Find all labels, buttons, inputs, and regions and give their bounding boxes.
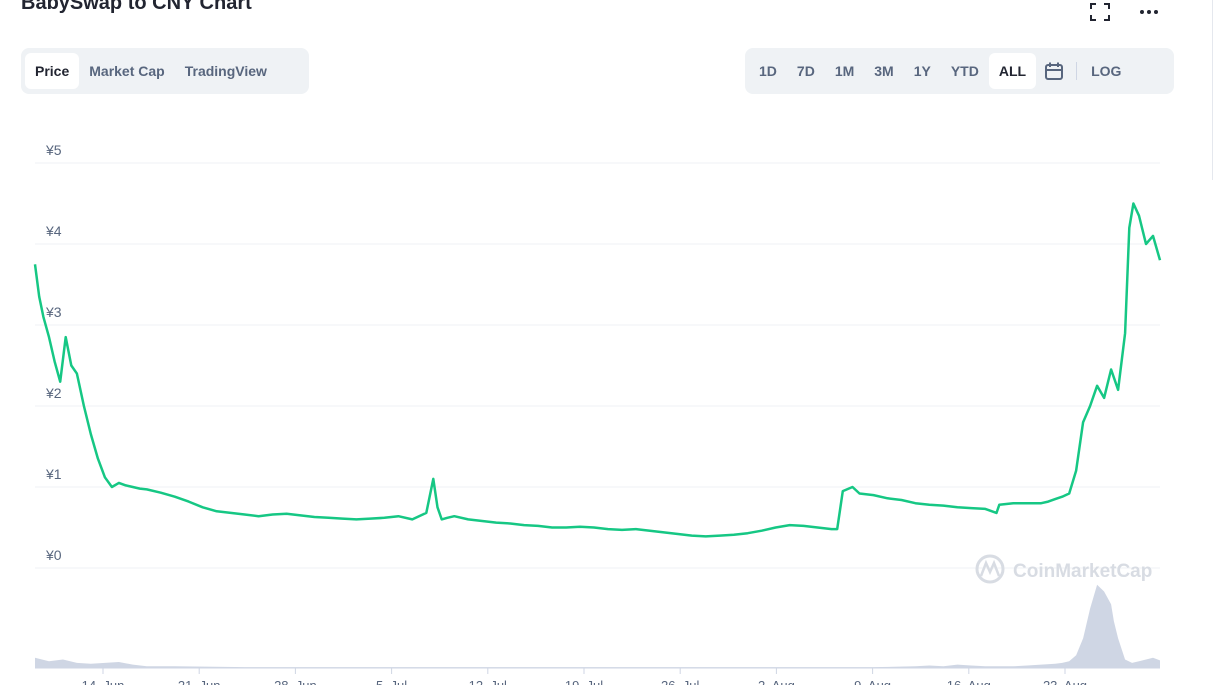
watermark-text: CoinMarketCap: [1013, 561, 1152, 582]
price-line: [33, 202, 1162, 538]
x-tick-label: 5. Jul: [376, 678, 407, 685]
x-tick-label: 21. Jun: [178, 678, 221, 685]
x-tick-label: 14. Jun: [82, 678, 125, 685]
coinmarketcap-watermark: CoinMarketCap: [975, 554, 1152, 584]
x-tick-label: 9. Aug: [854, 678, 891, 685]
y-tick-label: ¥4: [45, 223, 62, 239]
y-tick-label: ¥1: [45, 466, 62, 482]
x-tick-label: 16. Aug: [947, 678, 991, 685]
y-tick-label: ¥2: [45, 385, 62, 401]
x-tick-label: 28. Jun: [274, 678, 317, 685]
y-tick-label: ¥0: [45, 547, 62, 563]
x-tick-label: 23. Aug: [1043, 678, 1087, 685]
x-tick-label: 2. Aug: [758, 678, 795, 685]
x-tick-label: 19. Jul: [565, 678, 603, 685]
x-tick-label: 26. Jul: [661, 678, 699, 685]
price-chart: CoinMarketCap ¥0 ¥1 ¥2 ¥3 ¥4 ¥5 14. Jun 21. Ju…: [33, 142, 1162, 685]
y-tick-label: ¥3: [45, 304, 62, 320]
x-tick-label: 12. Jul: [469, 678, 507, 685]
volume-area: [35, 584, 1160, 668]
y-tick-label: ¥5: [45, 142, 62, 158]
